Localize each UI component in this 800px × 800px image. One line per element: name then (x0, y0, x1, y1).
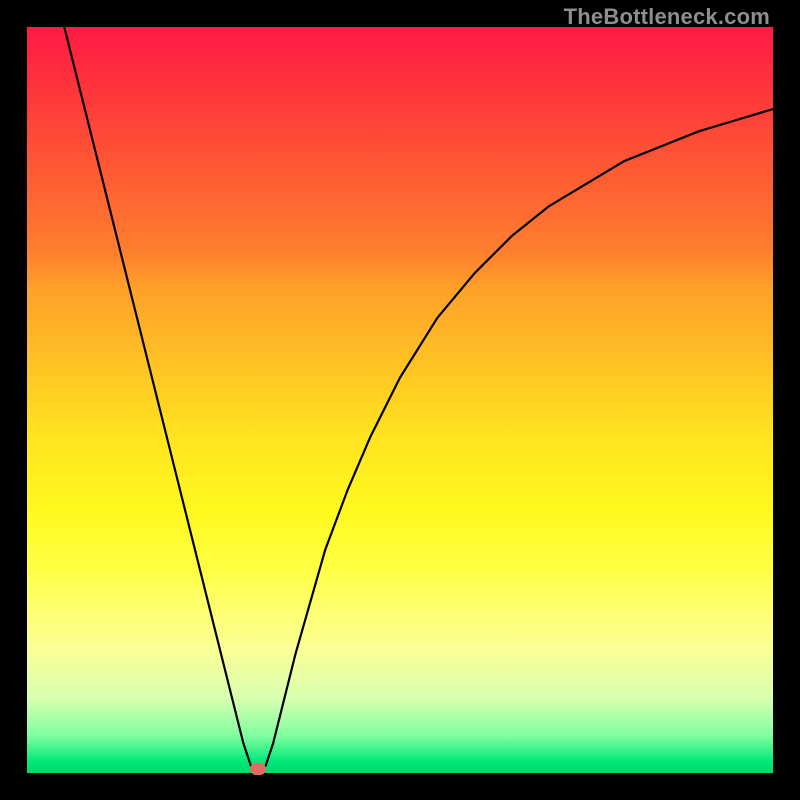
plot-area (27, 27, 773, 773)
optimal-point-marker (250, 763, 266, 775)
chart-container: TheBottleneck.com (0, 0, 800, 800)
watermark-text: TheBottleneck.com (564, 4, 770, 30)
